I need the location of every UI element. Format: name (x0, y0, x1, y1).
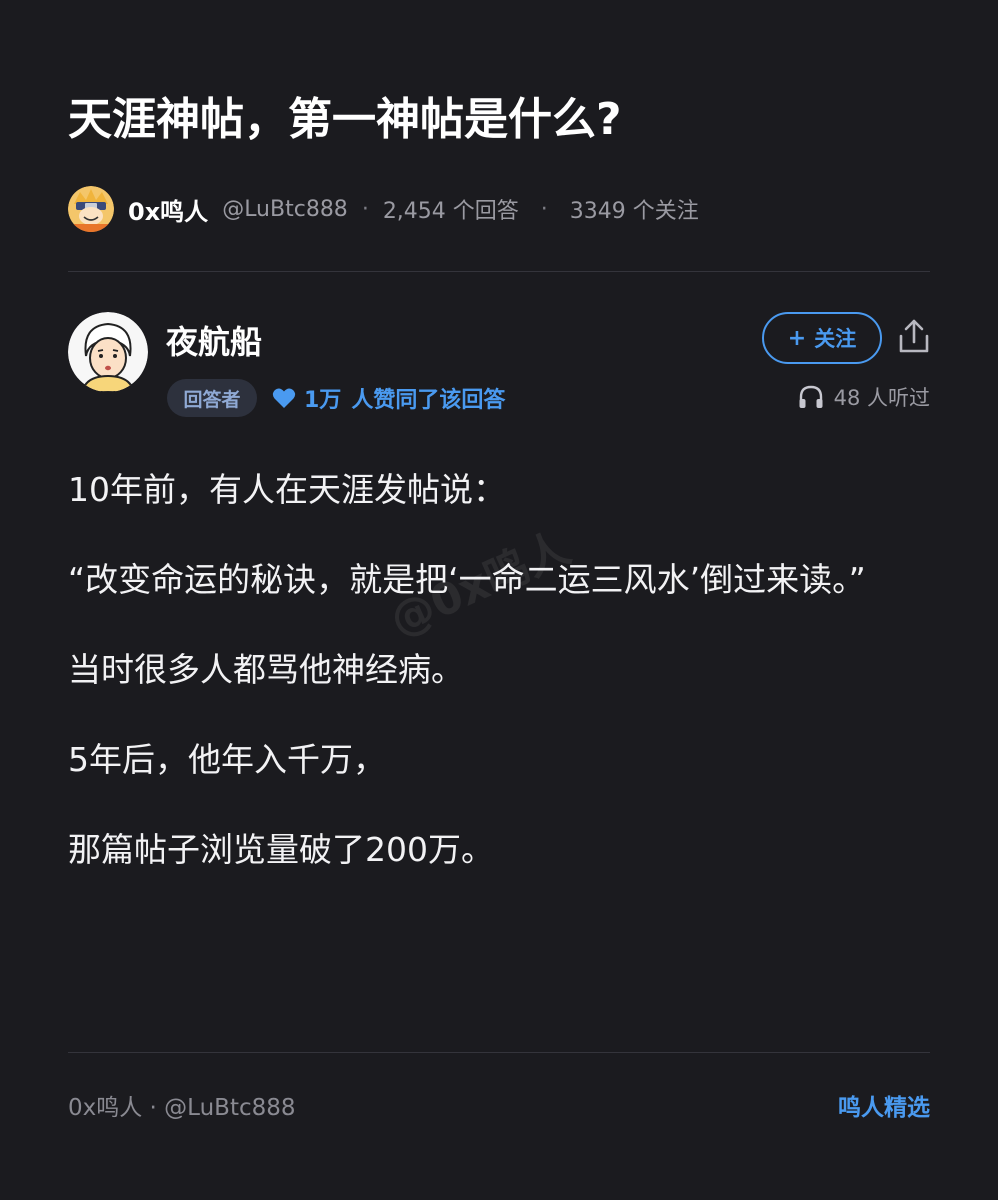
answer-count: 2,454 个回答 (382, 199, 519, 224)
answerer-name[interactable]: 夜航船 (166, 318, 262, 366)
headphones-icon (798, 385, 824, 409)
heart-icon (272, 387, 296, 409)
follow-label: 关注 (814, 327, 857, 351)
footer-brand[interactable]: 鸣人精选 (838, 1088, 930, 1122)
separator-dot: · (540, 196, 548, 222)
listen-count: 48 人听过 (798, 378, 930, 416)
answerer-avatar[interactable] (68, 312, 148, 392)
top-divider (68, 271, 930, 272)
answer-paragraph: 10年前，有人在天涯发帖说： (68, 470, 506, 509)
follow-button[interactable]: + 关注 (762, 312, 882, 364)
question-title: 天涯神帖，第一神帖是什么? (68, 94, 622, 145)
question-author-row: 0x鸣人 @LuBtc888 · 2,454 个回答 · 3349 个关注 (68, 185, 699, 233)
answer-content: 10年前，有人在天涯发帖说： “改变命运的秘诀，就是把‘一命二运三风水’倒过来读… (68, 462, 934, 912)
listeners-text: 48 人听过 (833, 386, 930, 410)
answer-paragraph: 5年后，他年入千万， (68, 740, 386, 779)
author-avatar[interactable] (68, 186, 114, 232)
separator-dot: · (361, 196, 369, 222)
plus-icon: + (787, 325, 807, 351)
footer-attribution: 0x鸣人 · @LuBtc888 (68, 1095, 296, 1121)
answer-paragraph: “改变命运的秘诀，就是把‘一命二运三风水’倒过来读。” (68, 560, 866, 599)
answer-paragraph: 那篇帖子浏览量破了200万。 (68, 830, 494, 869)
follower-count: 3349 个关注 (569, 199, 699, 224)
answer-paragraph: 当时很多人都骂他神经病。 (68, 650, 464, 689)
author-name[interactable]: 0x鸣人 (128, 192, 208, 227)
author-handle[interactable]: @LuBtc888 (222, 197, 348, 222)
bottom-divider (68, 1052, 930, 1053)
likes-text: 人赞同了该回答 (351, 388, 506, 413)
answerer-role-badge: 回答者 (167, 379, 257, 417)
likes-count: 1万 (304, 388, 342, 413)
likes-summary: 1万 人赞同了该回答 (272, 379, 505, 417)
share-icon[interactable] (898, 318, 930, 354)
